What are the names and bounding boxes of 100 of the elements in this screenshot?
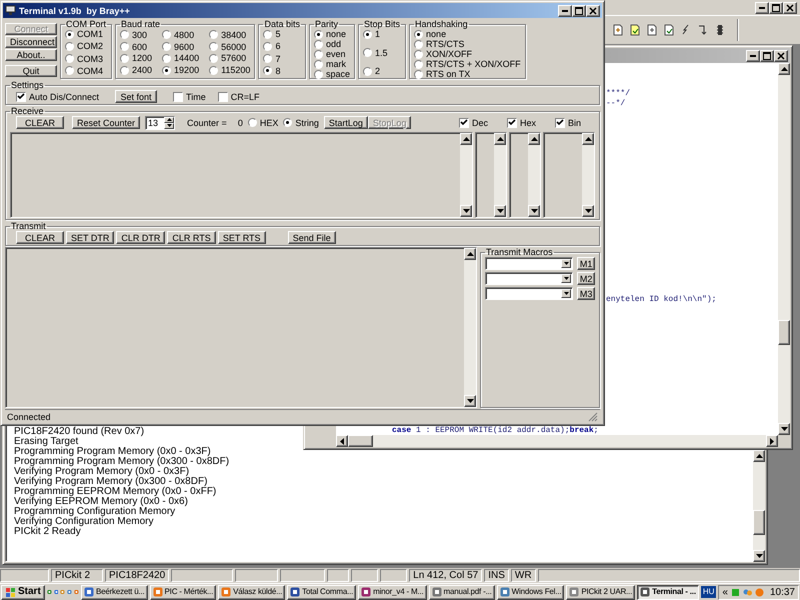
close-button[interactable]: [586, 4, 600, 16]
radio-button[interactable]: [363, 66, 372, 76]
taskbar-button[interactable]: Windows Fel...: [496, 584, 564, 600]
radio-button[interactable]: [120, 54, 130, 63]
option-label[interactable]: 600: [132, 42, 148, 52]
checkbox-label[interactable]: Hex: [520, 118, 536, 128]
radio-button[interactable]: [65, 42, 74, 51]
radio-button[interactable]: [414, 60, 424, 68]
taskbar-button[interactable]: PICkit 2 UAR...: [566, 584, 636, 600]
radio-button[interactable]: [414, 30, 424, 38]
checkbox[interactable]: [554, 118, 565, 128]
scroll-thumb[interactable]: [753, 510, 765, 535]
taskbar-button[interactable]: Total Comma...: [287, 584, 356, 600]
radio-button[interactable]: [414, 50, 424, 58]
radio-button[interactable]: [314, 30, 323, 38]
scrollbar[interactable]: [778, 63, 790, 435]
option-label[interactable]: XON/XOFF: [426, 49, 472, 59]
dec-view-area[interactable]: [475, 132, 507, 218]
radio-button[interactable]: [314, 40, 323, 48]
radio-button[interactable]: [120, 30, 130, 40]
macro-button[interactable]: M3: [577, 287, 595, 300]
scrollbar[interactable]: [460, 133, 472, 217]
clr-rts-button[interactable]: CLR RTS: [167, 231, 216, 244]
radio-button[interactable]: [162, 54, 172, 63]
option-label[interactable]: 5: [275, 29, 280, 39]
option-label[interactable]: COM1: [77, 29, 104, 39]
radio-button[interactable]: [414, 40, 424, 48]
option-label[interactable]: COM3: [77, 54, 104, 64]
option-label[interactable]: RTS/CTS: [426, 39, 464, 49]
option-label[interactable]: 7: [275, 54, 280, 64]
taskbar-button[interactable]: Válasz küldé...: [218, 584, 286, 600]
radio-button[interactable]: [120, 42, 130, 52]
option-label[interactable]: 57600: [221, 53, 246, 64]
radio-button[interactable]: [263, 66, 272, 76]
macro-button[interactable]: M1: [577, 257, 595, 270]
radio-button[interactable]: [363, 30, 372, 38]
clr-dtr-button[interactable]: CLR DTR: [116, 231, 166, 244]
chip-icon[interactable]: [714, 24, 726, 36]
radio-button[interactable]: [263, 54, 272, 64]
taskbar-button[interactable]: minor_v4 - M...: [358, 584, 426, 600]
maximize-button[interactable]: [572, 4, 586, 16]
option-label[interactable]: String: [295, 118, 319, 128]
scrollbar[interactable]: [464, 248, 476, 407]
option-label[interactable]: 1: [375, 29, 380, 39]
macro-dropdown[interactable]: [485, 287, 574, 300]
option-label[interactable]: 115200: [221, 65, 250, 76]
scrollbar[interactable]: [582, 133, 594, 217]
scrollbar[interactable]: [336, 435, 778, 447]
option-label[interactable]: 56000: [221, 42, 246, 52]
checkbox-label[interactable]: CR=LF: [230, 92, 260, 102]
option-label[interactable]: space: [326, 69, 350, 79]
option-label[interactable]: 1200: [132, 53, 152, 64]
radio-button[interactable]: [363, 48, 372, 57]
radio-button[interactable]: [263, 42, 272, 51]
radio-button[interactable]: [248, 118, 257, 127]
minimize-button[interactable]: [558, 4, 572, 16]
scrollbar[interactable]: [494, 133, 506, 217]
radio-button[interactable]: [65, 54, 74, 64]
resize-grip-icon[interactable]: [588, 412, 598, 422]
arrow-up-icon[interactable]: [166, 118, 172, 121]
option-label[interactable]: 4800: [174, 30, 194, 40]
checkbox-label[interactable]: Time: [186, 92, 206, 102]
radio-button[interactable]: [209, 42, 218, 52]
maximize-button[interactable]: [769, 2, 783, 14]
radio-button[interactable]: [162, 66, 172, 75]
checkbox[interactable]: [218, 92, 228, 102]
option-label[interactable]: 8: [275, 66, 280, 76]
radio-button[interactable]: [162, 42, 172, 52]
language-indicator[interactable]: HU: [700, 586, 716, 598]
tray-expand-button[interactable]: «: [722, 586, 728, 598]
checkbox[interactable]: [16, 92, 26, 102]
send-file-button[interactable]: Send File: [288, 231, 336, 244]
radio-button[interactable]: [209, 66, 218, 75]
macro-dropdown[interactable]: [485, 257, 574, 270]
close-button[interactable]: [774, 50, 788, 62]
minimize-button[interactable]: [755, 2, 769, 14]
option-label[interactable]: COM4: [77, 66, 104, 76]
macro-button[interactable]: M2: [577, 272, 595, 285]
radio-button[interactable]: [314, 50, 323, 58]
radio-button[interactable]: [314, 70, 323, 78]
page-icon[interactable]: [612, 24, 624, 36]
taskbar-button[interactable]: Terminal - ...: [637, 584, 699, 600]
clear-button[interactable]: CLEAR: [16, 231, 64, 244]
option-label[interactable]: 38400: [221, 30, 246, 40]
set-dtr-button[interactable]: SET DTR: [66, 231, 114, 244]
checkbox-label[interactable]: Bin: [568, 118, 581, 128]
option-label[interactable]: 2400: [132, 65, 152, 76]
radio-button[interactable]: [65, 66, 74, 76]
option-label[interactable]: none: [426, 29, 446, 39]
start-button[interactable]: Start: [1, 584, 45, 600]
scroll-thumb[interactable]: [778, 320, 790, 345]
page-icon[interactable]: [646, 24, 658, 36]
quit-button[interactable]: Quit: [5, 65, 57, 77]
option-label[interactable]: 9600: [174, 42, 194, 52]
taskbar-button[interactable]: manual.pdf -...: [428, 584, 495, 600]
option-label[interactable]: HEX: [260, 118, 278, 128]
taskbar-button[interactable]: PIC - Mérték...: [150, 584, 216, 600]
radio-button[interactable]: [263, 30, 272, 38]
option-label[interactable]: 14400: [174, 53, 200, 64]
page-icon[interactable]: [629, 24, 641, 36]
